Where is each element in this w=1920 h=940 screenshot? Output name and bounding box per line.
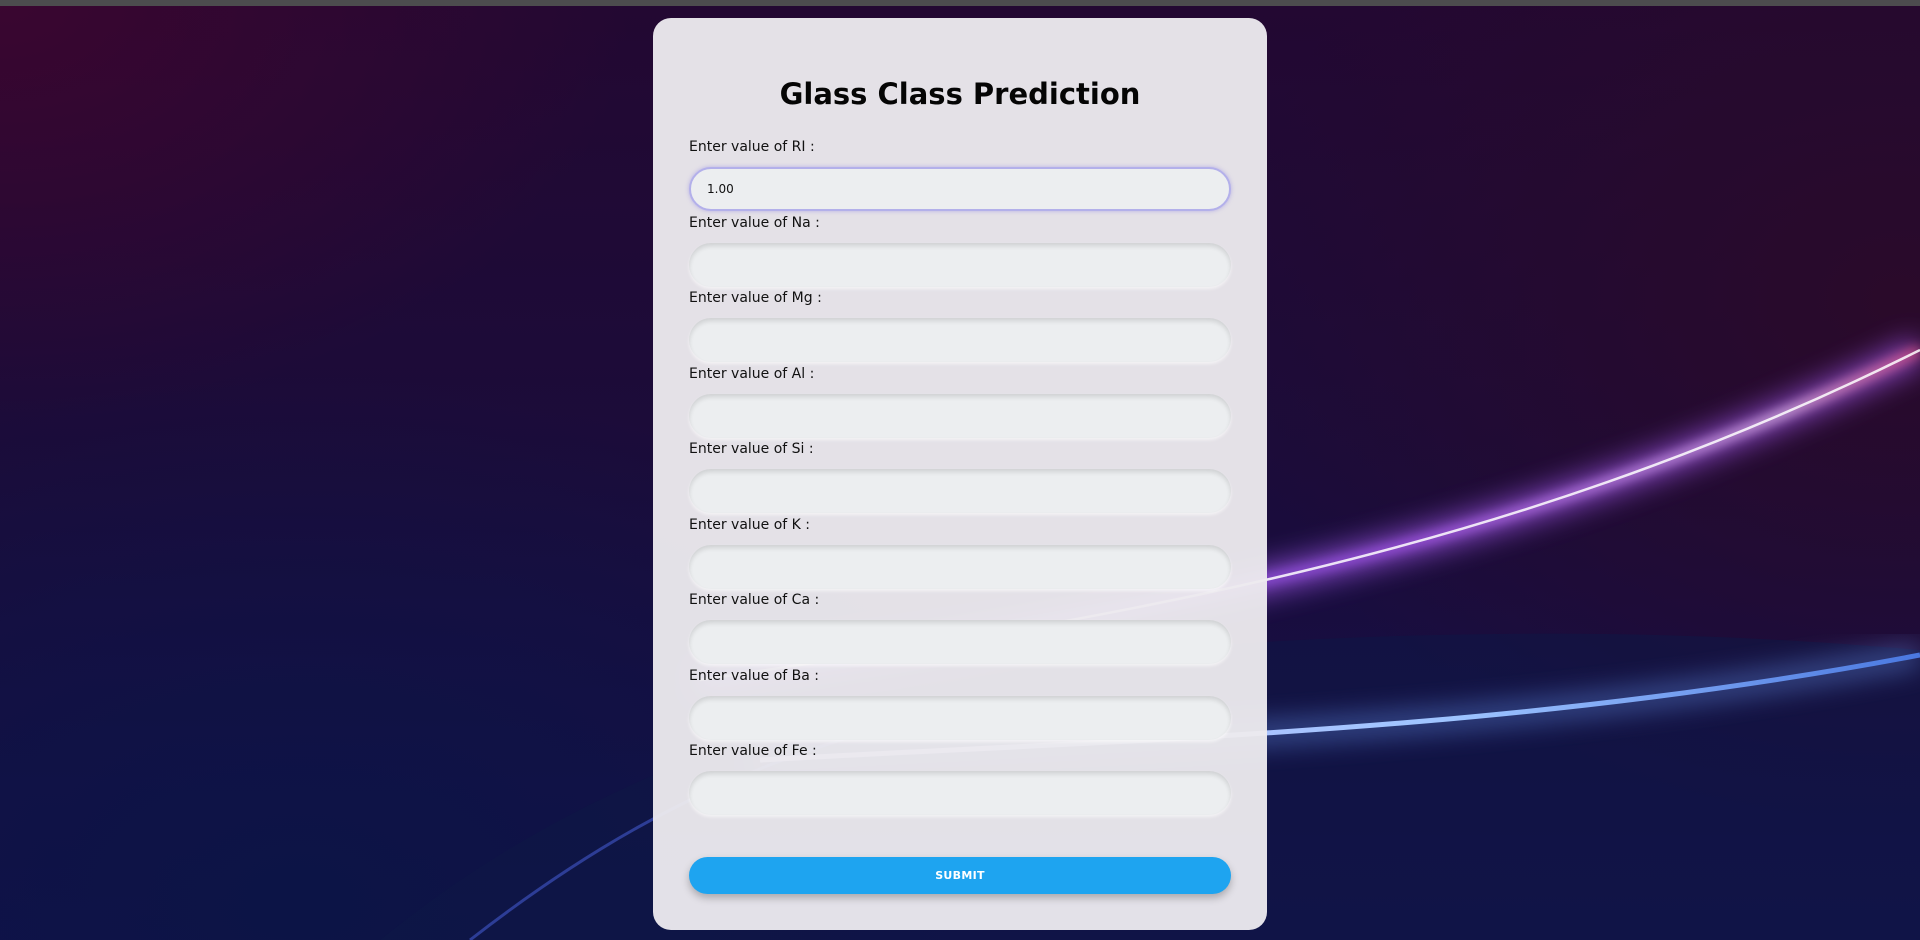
mg-input[interactable] bbox=[689, 318, 1231, 362]
page-title: Glass Class Prediction bbox=[779, 77, 1141, 111]
browser-top-bar bbox=[0, 0, 1920, 6]
ca-input[interactable] bbox=[689, 620, 1231, 664]
prediction-form: Enter value of RI : Enter value of Na : … bbox=[689, 137, 1231, 894]
field-label-al: Enter value of Al : bbox=[689, 365, 815, 382]
field-ca: Enter value of Ca : bbox=[689, 590, 1231, 666]
field-k: Enter value of K : bbox=[689, 515, 1231, 591]
si-input[interactable] bbox=[689, 469, 1231, 513]
field-label-mg: Enter value of Mg : bbox=[689, 290, 822, 306]
ri-input[interactable] bbox=[689, 167, 1231, 211]
field-si: Enter value of Si : bbox=[689, 439, 1231, 515]
field-label-si: Enter value of Si : bbox=[689, 441, 814, 457]
field-na: Enter value of Na : bbox=[689, 213, 1231, 289]
field-al: Enter value of Al : bbox=[689, 364, 1231, 440]
field-fe: Enter value of Fe : bbox=[689, 741, 1231, 817]
field-mg: Enter value of Mg : bbox=[689, 288, 1231, 364]
al-input[interactable] bbox=[689, 393, 1231, 438]
field-label-ri: Enter value of RI : bbox=[689, 139, 815, 155]
field-ri: Enter value of RI : bbox=[689, 137, 1231, 213]
field-label-k: Enter value of K : bbox=[689, 516, 811, 533]
field-label-na: Enter value of Na : bbox=[689, 214, 820, 231]
fe-input[interactable] bbox=[689, 771, 1231, 815]
field-label-fe: Enter value of Fe : bbox=[689, 743, 817, 759]
field-ba: Enter value of Ba : bbox=[689, 666, 1231, 742]
field-label-ba: Enter value of Ba : bbox=[689, 667, 820, 684]
na-input[interactable] bbox=[689, 242, 1231, 287]
submit-button[interactable]: SUBMIT bbox=[689, 857, 1231, 894]
ba-input[interactable] bbox=[689, 695, 1231, 740]
field-label-ca: Enter value of Ca : bbox=[689, 592, 820, 608]
prediction-form-card: Glass Class Prediction Enter value of RI… bbox=[653, 18, 1267, 930]
k-input[interactable] bbox=[689, 544, 1231, 589]
form-fields: Enter value of RI : Enter value of Na : … bbox=[689, 137, 1231, 817]
